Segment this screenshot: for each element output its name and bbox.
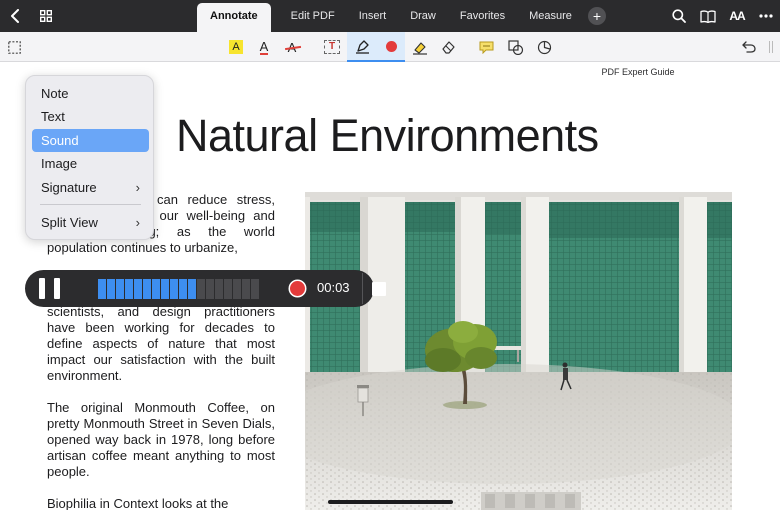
comment-icon[interactable]: [476, 32, 496, 62]
top-tab-bar: Annotate Edit PDF Insert Draw Favorites …: [0, 0, 780, 32]
chevron-right-icon: ›: [135, 215, 140, 230]
level-bar: [242, 279, 250, 299]
level-bar: [251, 279, 259, 299]
text-size-icon[interactable]: AA: [727, 0, 747, 32]
courtyard-photo: [305, 192, 732, 510]
menu-item-image[interactable]: Image: [32, 152, 149, 175]
paragraph-scientists: scientists, and design practitioners hav…: [47, 304, 275, 383]
stop-icon[interactable]: [372, 282, 386, 296]
level-bar: [215, 279, 223, 299]
level-bar: [224, 279, 232, 299]
eraser-icon[interactable]: [438, 32, 458, 62]
level-bar: [197, 279, 205, 299]
menu-item-note[interactable]: Note: [32, 82, 149, 105]
undo-icon[interactable]: [739, 32, 759, 62]
record-icon[interactable]: [290, 281, 305, 296]
menu-item-sound[interactable]: Sound: [32, 129, 149, 152]
strikethrough-icon[interactable]: A: [282, 32, 302, 62]
search-icon[interactable]: [670, 0, 688, 32]
level-bar: [98, 279, 106, 299]
add-tab-button[interactable]: +: [587, 7, 606, 25]
level-bar: [125, 279, 133, 299]
page-heading: Natural Environments: [176, 110, 599, 161]
highlighter-icon[interactable]: [410, 32, 430, 62]
level-bar: [206, 279, 214, 299]
recording-time: 00:03: [317, 280, 350, 295]
document-title: PDF Expert Guide: [601, 67, 675, 77]
underline-text-icon[interactable]: A: [254, 32, 274, 62]
mode-tabs: Annotate Edit PDF Insert Draw Favorites …: [197, 3, 606, 32]
recorder-divider: [362, 273, 363, 304]
highlight-text-icon[interactable]: A: [226, 32, 246, 62]
shapes-icon[interactable]: [506, 32, 526, 62]
pause-icon[interactable]: [39, 278, 61, 299]
level-bar: [134, 279, 142, 299]
sidebar-handle-icon[interactable]: [764, 32, 778, 62]
paragraph-biophilia: Biophilia in Context looks at the: [47, 496, 229, 510]
stamp-icon[interactable]: [534, 32, 554, 62]
menu-divider: [40, 204, 141, 205]
recording-level-meter: [98, 279, 259, 299]
menu-item-signature[interactable]: Signature ›: [32, 176, 149, 199]
chevron-right-icon: ›: [135, 180, 140, 195]
annotation-toolbar: A A A T: [0, 32, 780, 62]
paragraph-monmouth: The original Monmouth Coffee, on pretty …: [47, 400, 275, 479]
tab-insert[interactable]: Insert: [347, 3, 399, 32]
level-bar: [188, 279, 196, 299]
app-window: Annotate Edit PDF Insert Draw Favorites …: [0, 0, 780, 510]
home-indicator: [328, 500, 453, 504]
level-bar: [143, 279, 151, 299]
level-bar: [233, 279, 241, 299]
text-box-icon[interactable]: T: [322, 32, 342, 62]
level-bar: [152, 279, 160, 299]
tab-favorites[interactable]: Favorites: [448, 3, 517, 32]
grid-icon[interactable]: [36, 0, 56, 32]
level-bar: [179, 279, 187, 299]
tab-measure[interactable]: Measure: [517, 3, 584, 32]
tab-draw[interactable]: Draw: [398, 3, 448, 32]
selection-icon[interactable]: [4, 32, 24, 62]
color-dot-icon[interactable]: [377, 32, 405, 62]
book-icon[interactable]: [699, 0, 717, 32]
menu-item-text[interactable]: Text: [32, 105, 149, 128]
level-bar: [170, 279, 178, 299]
level-bar: [116, 279, 124, 299]
more-icon[interactable]: [756, 0, 776, 32]
menu-item-split-view[interactable]: Split View ›: [32, 211, 149, 234]
pen-icon[interactable]: [347, 32, 377, 62]
tab-annotate[interactable]: Annotate: [197, 3, 271, 32]
level-bar: [161, 279, 169, 299]
audio-recorder: 00:03: [25, 270, 386, 307]
tab-edit-pdf[interactable]: Edit PDF: [271, 3, 347, 32]
level-bar: [107, 279, 115, 299]
insert-popup-menu: Note Text Sound Image Signature › Split V…: [25, 75, 154, 240]
back-chevron-icon[interactable]: [4, 0, 26, 32]
